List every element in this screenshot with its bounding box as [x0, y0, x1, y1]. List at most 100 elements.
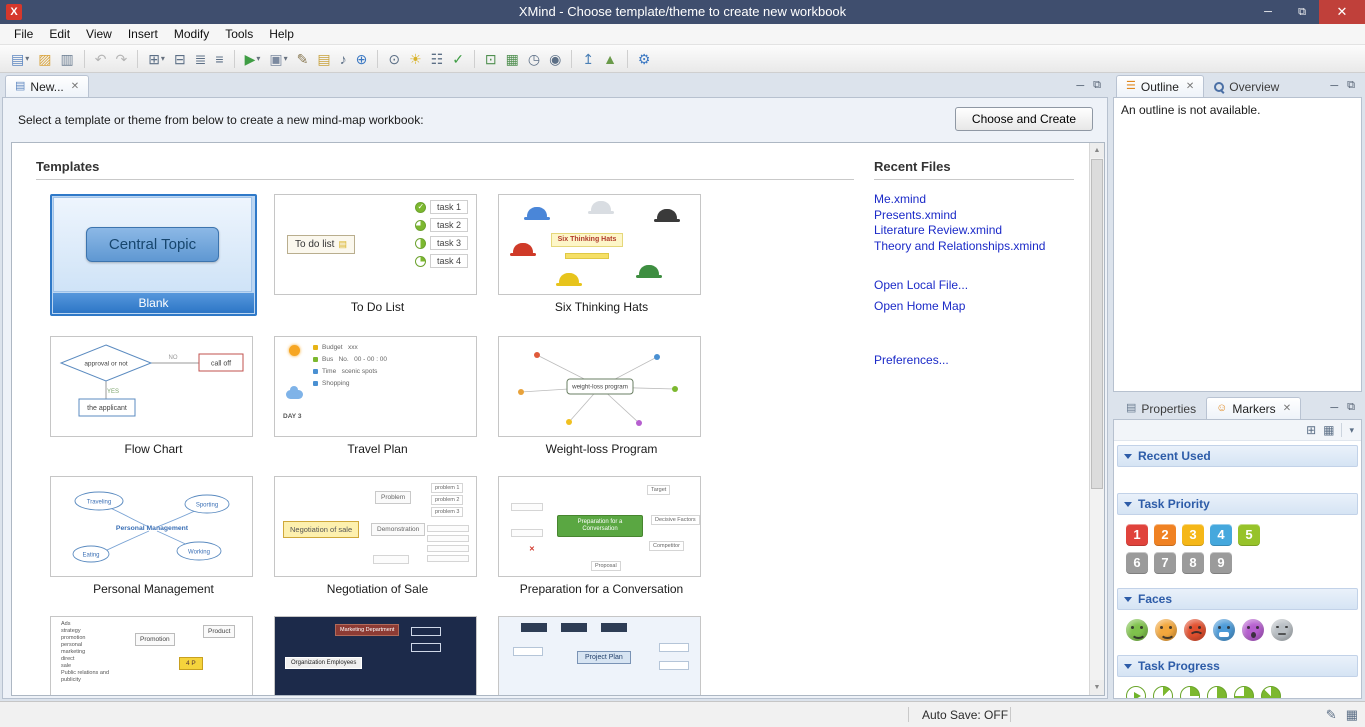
progress-three-quarter-marker-icon[interactable]: [1234, 686, 1254, 698]
minimize-view-button[interactable]: ─: [1076, 80, 1084, 92]
share-icon[interactable]: ↥: [579, 50, 597, 68]
open-file-icon[interactable]: ▨: [35, 50, 54, 68]
pencil-icon[interactable]: ✎: [1326, 707, 1337, 723]
menu-tools[interactable]: Tools: [217, 25, 261, 43]
chart-icon[interactable]: ▦: [1346, 707, 1358, 723]
template-travel-plan[interactable]: Budget xxx Bus No. 00 - 00 : 00 Time sceni…: [274, 336, 481, 456]
insert-topic-icon[interactable]: ⊞ ▾: [145, 50, 168, 68]
task-priority-header[interactable]: Task Priority: [1117, 493, 1358, 515]
maximize-view-button[interactable]: ⧉: [1093, 79, 1101, 92]
open-local-file-link[interactable]: Open Local File...: [874, 278, 1074, 294]
task-info-icon[interactable]: ⊡: [482, 50, 500, 68]
choose-and-create-button[interactable]: Choose and Create: [954, 107, 1093, 131]
restore-window-button[interactable]: ⧉: [1285, 0, 1319, 24]
settings-icon[interactable]: ⚙: [635, 50, 654, 68]
face-grin-marker-icon[interactable]: [1213, 619, 1235, 641]
progress-half-marker-icon[interactable]: [1207, 686, 1227, 698]
redo-icon[interactable]: ↷: [112, 50, 130, 68]
tab-outline[interactable]: ☰ Outline ✕: [1116, 75, 1205, 97]
menu-edit[interactable]: Edit: [41, 25, 78, 43]
template-personal-management[interactable]: Personal Management Traveling Sporting W…: [50, 476, 257, 596]
menu-modify[interactable]: Modify: [166, 25, 217, 43]
balance-map-icon[interactable]: ☷: [428, 50, 447, 68]
template-blank[interactable]: Central Topic Blank: [50, 194, 257, 316]
template-marketing-4p[interactable]: Ads strategy promotion personal marketing dir…: [50, 616, 257, 695]
view-menu-icon[interactable]: ▾: [1349, 425, 1354, 435]
recent-file-link[interactable]: Literature Review.xmind: [874, 223, 1074, 239]
add-marker-group-icon[interactable]: ⊞: [1306, 424, 1316, 436]
brainstorm-icon[interactable]: ☀: [406, 50, 425, 68]
progress-start-marker-icon[interactable]: [1126, 686, 1146, 698]
scroll-up-icon[interactable]: ▲: [1090, 143, 1104, 158]
export-image-icon[interactable]: ▲: [600, 50, 620, 68]
template-weight-loss[interactable]: weight-loss program Weight-loss Program: [498, 336, 705, 456]
new-workbook-icon[interactable]: ▤ ▾: [8, 50, 32, 68]
priority-4-marker[interactable]: 4: [1210, 524, 1232, 546]
progress-seven-eighths-marker-icon[interactable]: [1261, 686, 1281, 698]
drill-down-icon[interactable]: ⊙: [385, 50, 403, 68]
priority-6-marker[interactable]: 6: [1126, 552, 1148, 574]
face-surprise-marker-icon[interactable]: [1242, 619, 1264, 641]
structure-icon[interactable]: ≡: [212, 50, 226, 68]
face-sleep-marker-icon[interactable]: [1271, 619, 1293, 641]
priority-8-marker[interactable]: 8: [1182, 552, 1204, 574]
faces-header[interactable]: Faces: [1117, 588, 1358, 610]
vertical-scrollbar[interactable]: ▲ ▼: [1089, 143, 1104, 695]
face-laugh-marker-icon[interactable]: [1155, 619, 1177, 641]
minimize-window-button[interactable]: ─: [1251, 0, 1285, 24]
priority-1-marker[interactable]: 1: [1126, 524, 1148, 546]
preferences-link[interactable]: Preferences...: [874, 353, 1074, 369]
menu-help[interactable]: Help: [261, 25, 302, 43]
close-tab-icon[interactable]: ✕: [71, 81, 79, 92]
insert-image-icon[interactable]: ▣ ▾: [266, 50, 290, 68]
priority-2-marker[interactable]: 2: [1154, 524, 1176, 546]
menu-file[interactable]: File: [6, 25, 41, 43]
tab-overview[interactable]: Overview: [1204, 75, 1289, 97]
timer-icon[interactable]: ◷: [525, 50, 543, 68]
template-flow-chart[interactable]: approval or not NO call off YES the appl…: [50, 336, 257, 456]
template-six-thinking-hats[interactable]: Six Thinking Hats Six Thinking Hats: [498, 194, 705, 316]
open-home-map-link[interactable]: Open Home Map: [874, 299, 1074, 315]
face-smile-marker-icon[interactable]: [1126, 619, 1148, 641]
outline-numbering-icon[interactable]: ≣: [192, 50, 210, 68]
template-preparation-conversation[interactable]: Preparation for a Conversation Target De…: [498, 476, 705, 596]
undo-icon[interactable]: ↶: [92, 50, 110, 68]
menu-view[interactable]: View: [78, 25, 120, 43]
maximize-view-button[interactable]: ⧉: [1347, 401, 1355, 414]
search-icon[interactable]: ◉: [546, 50, 564, 68]
hyperlink-icon[interactable]: ⊕: [353, 50, 371, 68]
insert-subtopic-icon[interactable]: ⊟: [171, 50, 189, 68]
attachment-icon[interactable]: ✎: [294, 50, 312, 68]
audio-note-icon[interactable]: ♪: [337, 50, 350, 68]
face-angry-marker-icon[interactable]: [1184, 619, 1206, 641]
recent-used-header[interactable]: Recent Used: [1117, 445, 1358, 467]
tab-new-workbook[interactable]: ▤ New... ✕: [5, 75, 90, 97]
scrollbar-thumb[interactable]: [1091, 159, 1103, 489]
notes-icon[interactable]: ▤: [314, 50, 333, 68]
priority-3-marker[interactable]: 3: [1182, 524, 1204, 546]
template-project-plan[interactable]: Project Plan: [498, 616, 705, 695]
tab-markers[interactable]: ☺ Markers ✕: [1206, 397, 1302, 419]
menu-insert[interactable]: Insert: [120, 25, 166, 43]
template-negotiation-of-sale[interactable]: Negotiation of sale Problem Demonstratio…: [274, 476, 481, 596]
minimize-view-button[interactable]: ─: [1330, 402, 1338, 414]
recent-file-link[interactable]: Presents.xmind: [874, 208, 1074, 224]
spell-check-icon[interactable]: ✓: [449, 50, 467, 68]
tab-properties[interactable]: ▤ Properties: [1116, 397, 1206, 419]
close-window-button[interactable]: ✕: [1319, 0, 1365, 24]
progress-quarter-marker-icon[interactable]: [1180, 686, 1200, 698]
close-tab-icon[interactable]: ✕: [1283, 403, 1291, 414]
maximize-view-button[interactable]: ⧉: [1347, 79, 1355, 92]
progress-one-eighth-marker-icon[interactable]: [1153, 686, 1173, 698]
minimize-view-button[interactable]: ─: [1330, 80, 1338, 92]
gantt-icon[interactable]: ▦: [503, 50, 522, 68]
save-icon[interactable]: ▥: [57, 50, 76, 68]
priority-7-marker[interactable]: 7: [1154, 552, 1176, 574]
export-markers-icon[interactable]: ▦: [1323, 424, 1334, 436]
recent-file-link[interactable]: Theory and Relationships.xmind: [874, 239, 1074, 255]
recent-file-link[interactable]: Me.xmind: [874, 192, 1074, 208]
scroll-down-icon[interactable]: ▼: [1090, 680, 1104, 695]
task-progress-header[interactable]: Task Progress: [1117, 655, 1358, 677]
template-to-do-list[interactable]: To do list ▤ task 1 task 2 task 3 task 4: [274, 194, 481, 316]
priority-9-marker[interactable]: 9: [1210, 552, 1232, 574]
